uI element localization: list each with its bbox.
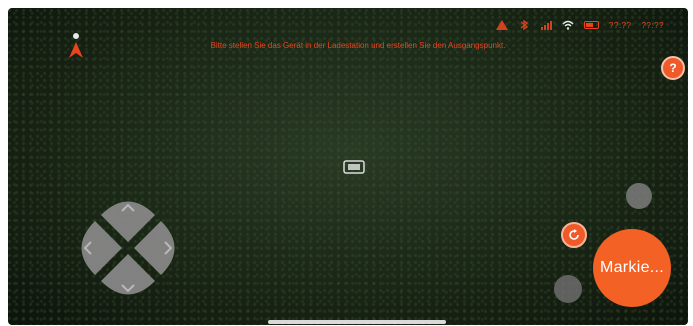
camera-view: Bitte stellen Sie das Gerät in der Lades… [8, 8, 688, 325]
status-bar: ??:?? ??:?? [495, 20, 664, 30]
status-text-1: ??:?? [608, 20, 632, 30]
warning-icon [495, 20, 508, 30]
wifi-icon [562, 20, 574, 30]
bluetooth-icon [520, 20, 529, 30]
help-button[interactable]: ? [661, 56, 685, 80]
battery-icon [583, 21, 599, 29]
camera-mode-icon[interactable] [342, 158, 366, 176]
refresh-icon [569, 229, 579, 240]
compass-icon [66, 30, 86, 64]
secondary-button-top[interactable] [626, 183, 652, 209]
dpad[interactable] [68, 188, 188, 308]
status-message: Bitte stellen Sie das Gerät in der Lades… [210, 41, 506, 50]
mark-button-label: Markie... [599, 259, 665, 276]
status-text-2: ??:?? [641, 20, 664, 30]
secondary-button-bottom[interactable] [554, 275, 582, 303]
home-indicator[interactable] [268, 320, 446, 324]
help-icon: ? [669, 61, 677, 75]
reset-button[interactable] [561, 222, 587, 248]
mark-button[interactable]: Markie... [593, 229, 671, 307]
signal-icon [540, 21, 552, 30]
